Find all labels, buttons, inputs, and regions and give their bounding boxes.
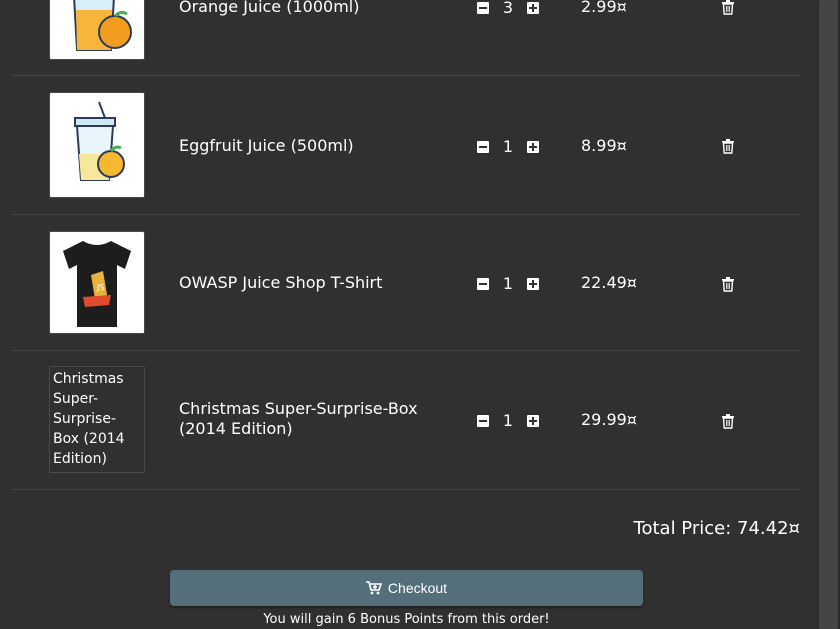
quantity-stepper: 1 [474, 137, 574, 156]
product-price: 8.99¤ [581, 136, 627, 155]
product-image-alt: Christmas Super-Surprise-Box (2014 Editi… [49, 366, 145, 473]
decrease-quantity-button[interactable] [474, 412, 492, 430]
quantity-value: 1 [502, 137, 514, 156]
product-price: 2.99¤ [581, 0, 627, 16]
eggfruit-juice-image [53, 96, 141, 194]
plus-square-icon [527, 414, 539, 427]
page-scrollbar[interactable] [817, 0, 840, 629]
table-row: JS OWASP Juice Shop T-Shirt 1 22.49¤ [12, 215, 800, 351]
table-row: Christmas Super-Surprise-Box (2014 Editi… [12, 351, 800, 490]
trash-icon[interactable] [720, 0, 736, 15]
increase-quantity-button[interactable] [524, 138, 542, 156]
product-name: Christmas Super-Surprise-Box (2014 Editi… [179, 399, 418, 438]
product-price: 29.99¤ [581, 410, 637, 429]
trash-icon[interactable] [720, 276, 736, 292]
quantity-stepper: 3 [474, 0, 574, 17]
plus-square-icon [527, 277, 539, 290]
increase-quantity-button[interactable] [524, 412, 542, 430]
product-image [49, 92, 145, 198]
increase-quantity-button[interactable] [524, 275, 542, 293]
plus-square-icon [527, 1, 539, 14]
checkout-button[interactable]: Checkout [170, 570, 643, 606]
product-image: JS [49, 231, 145, 334]
plus-square-icon [527, 140, 539, 153]
cart-plus-icon [365, 581, 382, 595]
trash-icon[interactable] [720, 413, 736, 429]
total-price: Total Price: 74.42¤ [633, 518, 800, 539]
product-price: 22.49¤ [581, 273, 637, 292]
checkout-label: Checkout [387, 580, 448, 596]
minus-square-icon [477, 414, 489, 427]
scrollbar-thumb[interactable] [819, 0, 838, 629]
minus-square-icon [477, 277, 489, 290]
product-image [49, 0, 145, 60]
quantity-stepper: 1 [474, 274, 574, 293]
table-row: Orange Juice (1000ml) 3 2.99¤ [12, 0, 800, 76]
quantity-value: 1 [502, 274, 514, 293]
trash-icon[interactable] [720, 138, 736, 154]
product-name: Orange Juice (1000ml) [179, 0, 360, 16]
decrease-quantity-button[interactable] [474, 138, 492, 156]
minus-square-icon [477, 140, 489, 153]
decrease-quantity-button[interactable] [474, 0, 492, 17]
quantity-value: 3 [502, 0, 514, 17]
orange-juice-image [53, 0, 141, 56]
product-name: Eggfruit Juice (500ml) [179, 136, 354, 155]
increase-quantity-button[interactable] [524, 0, 542, 17]
quantity-value: 1 [502, 411, 514, 430]
tshirt-image: JS [53, 235, 141, 330]
svg-text:JS: JS [96, 283, 104, 292]
product-name: OWASP Juice Shop T-Shirt [179, 273, 383, 292]
decrease-quantity-button[interactable] [474, 275, 492, 293]
minus-square-icon [477, 1, 489, 14]
table-row: Eggfruit Juice (500ml) 1 8.99¤ [12, 75, 800, 215]
quantity-stepper: 1 [474, 411, 574, 430]
bonus-points-text: You will gain 6 Bonus Points from this o… [263, 612, 550, 627]
